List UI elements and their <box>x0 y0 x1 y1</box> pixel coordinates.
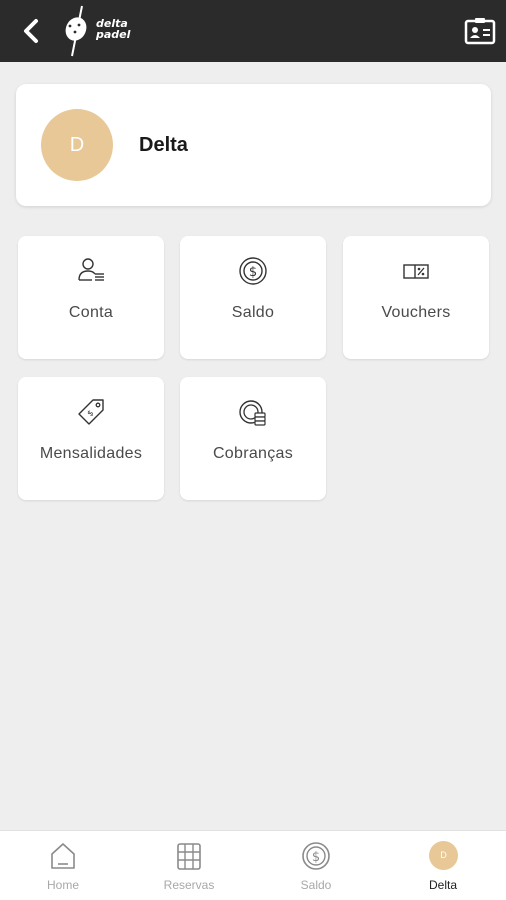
app-logo: delta padel <box>62 4 142 58</box>
menu-tile-label: Saldo <box>231 304 275 321</box>
id-card-icon <box>464 18 496 45</box>
menu-tile-label: Mensalidades <box>39 445 143 462</box>
nav-item-profile[interactable]: D Delta <box>380 831 506 900</box>
menu-tile-saldo[interactable]: $ Saldo <box>180 236 326 359</box>
back-button[interactable] <box>14 14 48 48</box>
nav-label: Home <box>46 878 79 892</box>
profile-card[interactable]: D Delta <box>16 84 491 206</box>
nav-label: Reservas <box>163 878 215 892</box>
nav-label: Saldo <box>300 878 332 892</box>
nav-item-saldo[interactable]: $ Saldo <box>253 831 379 900</box>
menu-tile-label: Conta <box>68 304 114 321</box>
voucher-icon <box>403 264 429 279</box>
price-tag-icon: $ <box>78 399 104 425</box>
coin-dollar-icon: $ <box>302 842 330 870</box>
bottom-navigation: Home Reservas $ Saldo D Delta <box>0 830 506 900</box>
nav-item-reservas[interactable]: Reservas <box>126 831 252 900</box>
svg-text:$: $ <box>312 850 320 865</box>
id-card-button[interactable] <box>464 16 496 46</box>
menu-tile-vouchers[interactable]: Vouchers <box>343 236 489 359</box>
svg-text:$: $ <box>85 408 95 418</box>
nav-item-home[interactable]: Home <box>0 831 126 900</box>
menu-tile-label: Vouchers <box>381 304 451 321</box>
nav-label: Delta <box>428 878 457 892</box>
chevron-left-icon <box>24 19 38 43</box>
menu-tile-mensalidades[interactable]: $ Mensalidades <box>18 377 164 500</box>
coins-icon <box>239 400 266 426</box>
svg-text:$: $ <box>249 265 257 280</box>
profile-name: Delta <box>139 134 188 156</box>
menu-tile-label: Cobranças <box>212 445 294 462</box>
menu-tile-conta[interactable]: Conta <box>18 236 164 359</box>
user-list-icon <box>78 258 104 281</box>
menu-tile-cobrancas[interactable]: Cobranças <box>180 377 326 500</box>
logo-line2: padel <box>96 28 131 41</box>
app-header: delta padel <box>0 0 506 62</box>
calendar-film-icon <box>177 843 201 870</box>
logo-wordmark: delta padel <box>96 18 142 40</box>
avatar: D <box>429 841 458 870</box>
coin-dollar-icon: $ <box>239 257 267 285</box>
avatar: D <box>41 109 113 181</box>
home-icon <box>51 843 75 869</box>
